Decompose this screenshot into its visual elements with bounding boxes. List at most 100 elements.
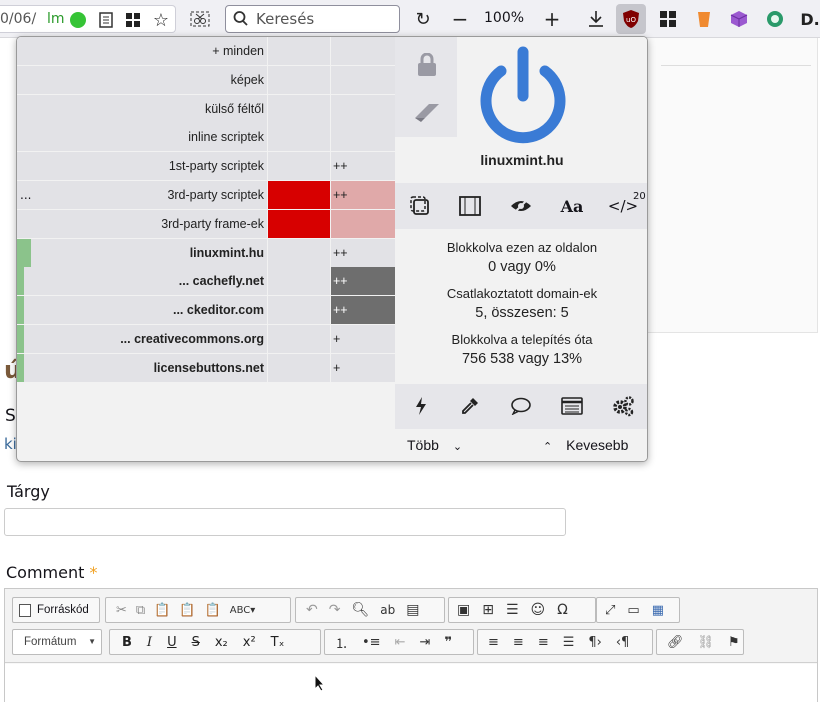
paste-word-icon[interactable]: 📋 bbox=[205, 603, 221, 618]
source-button[interactable]: Forráskód bbox=[12, 597, 100, 623]
url-bar[interactable]: 0/06/ lm ☆ bbox=[0, 5, 176, 33]
cosmetic-eye-icon[interactable] bbox=[508, 193, 534, 219]
global-rule-cell[interactable] bbox=[268, 123, 330, 152]
find-icon[interactable]: 🔍︎ bbox=[351, 602, 369, 618]
remove-format-icon[interactable]: Tₓ bbox=[271, 635, 285, 650]
d-extension-icon[interactable]: D. bbox=[800, 8, 820, 30]
global-rule-cell[interactable] bbox=[268, 353, 330, 382]
paste-icon[interactable]: 📋 bbox=[154, 603, 170, 618]
horizontal-line-icon[interactable]: ☰ bbox=[506, 602, 519, 618]
extensions-grid-icon[interactable] bbox=[657, 8, 679, 30]
strikethrough-icon[interactable]: S bbox=[192, 635, 200, 650]
global-rule-cell[interactable] bbox=[268, 65, 330, 94]
align-left-icon[interactable]: ≡ bbox=[488, 635, 499, 650]
power-icon[interactable] bbox=[475, 41, 571, 147]
less-button[interactable]: ⌃ Kevesebb bbox=[543, 437, 628, 453]
local-rule-cell[interactable] bbox=[331, 37, 395, 65]
local-rule-cell[interactable]: + bbox=[331, 353, 395, 382]
cup-extension-icon[interactable] bbox=[693, 8, 715, 30]
link-fragment[interactable]: ki bbox=[4, 435, 17, 453]
global-rule-cell[interactable] bbox=[268, 325, 330, 353]
bulleted-list-icon[interactable]: •≡ bbox=[362, 635, 381, 650]
align-center-icon[interactable]: ≡ bbox=[513, 635, 524, 650]
global-rule-cell[interactable] bbox=[268, 296, 330, 325]
download-icon[interactable] bbox=[585, 8, 607, 30]
eyedropper-icon[interactable] bbox=[457, 393, 483, 419]
local-rule-cell[interactable] bbox=[331, 65, 395, 94]
cut-icon[interactable]: ✂ bbox=[116, 603, 127, 618]
zoom-level[interactable]: 100% bbox=[484, 10, 524, 26]
logger-icon[interactable] bbox=[558, 393, 586, 419]
local-rule-cell[interactable] bbox=[331, 123, 395, 152]
indent-icon[interactable]: ⇥ bbox=[419, 635, 430, 650]
eraser-icon[interactable] bbox=[409, 95, 445, 127]
comment-icon[interactable] bbox=[508, 393, 534, 419]
special-char-icon[interactable]: Ω bbox=[557, 602, 568, 618]
reader-view-icon[interactable] bbox=[96, 10, 116, 30]
numbered-list-icon[interactable]: ⒈ bbox=[335, 633, 348, 652]
ublock-origin-icon[interactable]: uO bbox=[616, 4, 646, 34]
search-input[interactable]: Keresés bbox=[225, 5, 400, 33]
local-rule-cell[interactable] bbox=[331, 94, 395, 123]
preview-icon[interactable]: ▦ bbox=[652, 603, 664, 618]
local-rule-cell[interactable]: ++ bbox=[331, 267, 395, 296]
maximize-icon[interactable]: ⤢ bbox=[605, 603, 615, 618]
popup-block-icon[interactable] bbox=[407, 193, 433, 219]
lock-icon[interactable] bbox=[411, 49, 443, 81]
global-rule-cell[interactable] bbox=[268, 152, 330, 181]
anchor-flag-icon[interactable]: ⚑ bbox=[728, 635, 740, 650]
subject-input[interactable] bbox=[4, 508, 566, 536]
local-rule-cell[interactable]: ++ bbox=[331, 152, 395, 181]
show-blocks-icon[interactable]: ▭ bbox=[627, 603, 639, 618]
reload-icon[interactable]: ↻ bbox=[412, 8, 434, 30]
scissors-extension-icon[interactable] bbox=[188, 8, 212, 30]
editor-body[interactable] bbox=[5, 664, 817, 704]
spellcheck-icon[interactable]: ABC▾ bbox=[230, 605, 256, 616]
table-icon[interactable]: ⊞ bbox=[482, 602, 494, 618]
global-rule-cell[interactable] bbox=[268, 267, 330, 296]
settings-gears-icon[interactable] bbox=[609, 393, 637, 419]
underline-icon[interactable]: U bbox=[167, 635, 177, 650]
local-rule-cell[interactable]: + bbox=[331, 325, 395, 353]
paste-text-icon[interactable]: 📋 bbox=[179, 603, 195, 618]
unlink-icon[interactable]: ⛓ bbox=[698, 635, 715, 650]
undo-icon[interactable]: ↶ bbox=[306, 602, 318, 618]
format-select[interactable]: Formátum ▼ bbox=[12, 629, 102, 655]
bold-icon[interactable]: B bbox=[122, 635, 132, 650]
align-right-icon[interactable]: ≡ bbox=[538, 635, 549, 650]
global-rule-cell[interactable] bbox=[268, 94, 330, 123]
replace-icon[interactable]: ab bbox=[380, 603, 395, 617]
grid-icon[interactable] bbox=[123, 10, 143, 30]
zoom-in-icon[interactable]: + bbox=[541, 7, 563, 31]
italic-icon[interactable]: I bbox=[147, 635, 152, 650]
smiley-icon[interactable]: ☺ bbox=[531, 602, 546, 618]
local-rule-cell[interactable] bbox=[331, 209, 395, 238]
remote-fonts-icon[interactable]: Aa bbox=[558, 193, 586, 219]
global-rule-cell[interactable] bbox=[268, 238, 330, 267]
outdent-icon[interactable]: ⇤ bbox=[395, 635, 406, 650]
cube-extension-icon[interactable] bbox=[728, 8, 750, 30]
copy-icon[interactable]: ⧉ bbox=[136, 603, 145, 618]
superscript-icon[interactable]: x² bbox=[243, 635, 256, 650]
local-rule-cell[interactable]: ++ bbox=[331, 296, 395, 325]
local-rule-cell[interactable]: ++ bbox=[331, 238, 395, 267]
more-button[interactable]: Több ⌄ bbox=[407, 437, 462, 453]
image-icon[interactable]: ▣ bbox=[457, 602, 470, 618]
rtl-icon[interactable]: ‹¶ bbox=[616, 635, 629, 650]
zap-icon[interactable] bbox=[408, 393, 434, 419]
justify-icon[interactable]: ☰ bbox=[563, 635, 575, 650]
global-rule-cell[interactable] bbox=[268, 181, 330, 209]
bookmark-star-icon[interactable]: ☆ bbox=[150, 9, 172, 31]
local-rule-cell[interactable]: ++ bbox=[331, 181, 395, 209]
global-rule-cell[interactable] bbox=[268, 37, 330, 65]
link-icon[interactable]: 🔗︎ bbox=[667, 635, 684, 650]
select-all-icon[interactable]: ▤ bbox=[406, 602, 419, 618]
circle-extension-icon[interactable] bbox=[764, 8, 786, 30]
subscript-icon[interactable]: x₂ bbox=[215, 635, 228, 650]
media-film-icon[interactable] bbox=[457, 193, 483, 219]
global-rule-cell[interactable] bbox=[268, 209, 330, 238]
zoom-out-icon[interactable]: − bbox=[449, 7, 471, 31]
blockquote-icon[interactable]: ❞ bbox=[444, 635, 452, 650]
redo-icon[interactable]: ↷ bbox=[329, 602, 341, 618]
ltr-icon[interactable]: ¶› bbox=[588, 635, 601, 650]
